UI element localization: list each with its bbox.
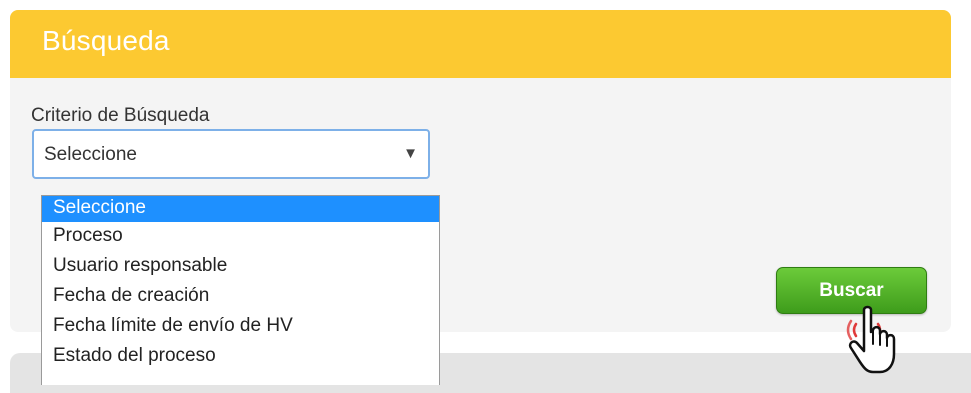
criterion-select[interactable]: Seleccione ▼	[32, 129, 430, 179]
dropdown-option-usuario-responsable[interactable]: Usuario responsable	[42, 252, 439, 282]
dropdown-option-proceso[interactable]: Proceso	[42, 222, 439, 252]
panel-title: Búsqueda	[42, 25, 170, 56]
dropdown-option-estado-proceso[interactable]: Estado del proceso	[42, 342, 439, 372]
criterion-select-value: Seleccione	[44, 144, 137, 165]
hand-pointer-icon	[846, 305, 896, 374]
dropdown-option-fecha-creacion[interactable]: Fecha de creación	[42, 282, 439, 312]
chevron-down-icon: ▼	[403, 145, 418, 162]
criterion-label: Criterio de Búsqueda	[31, 105, 210, 126]
panel-header: Búsqueda	[10, 10, 951, 78]
dropdown-option-fecha-limite[interactable]: Fecha límite de envío de HV	[42, 312, 439, 342]
dropdown-option-seleccione[interactable]: Seleccione	[42, 196, 439, 222]
criterion-dropdown-list: Seleccione Proceso Usuario responsable F…	[41, 195, 440, 385]
